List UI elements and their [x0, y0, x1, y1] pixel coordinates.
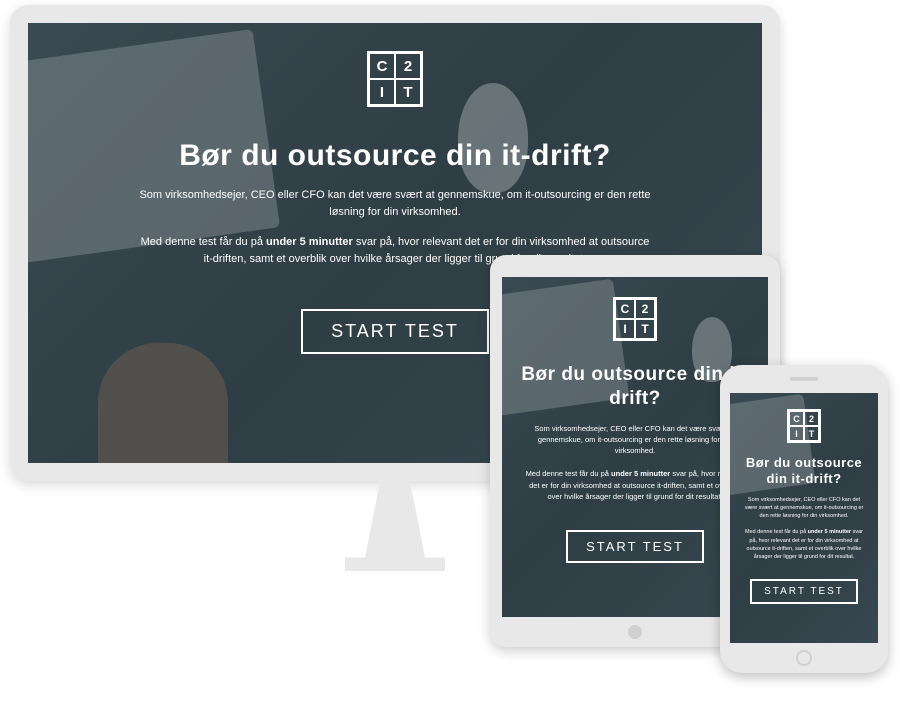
logo-cell: T: [395, 79, 421, 105]
phone-speaker: [790, 377, 818, 381]
logo-cell: 2: [804, 411, 819, 426]
start-test-button[interactable]: START TEST: [750, 579, 858, 604]
c2it-logo: C 2 I T: [613, 297, 657, 341]
phone-home-button: [796, 650, 812, 666]
c2it-logo: C 2 I T: [367, 51, 423, 107]
logo-cell: C: [789, 411, 804, 426]
logo-cell: I: [615, 319, 635, 339]
logo-cell: T: [635, 319, 655, 339]
intro-paragraph-1: Som virksomhedsejer, CEO eller CFO kan d…: [28, 187, 762, 220]
headline: Bør du outsource din it-drift?: [179, 139, 611, 173]
logo-cell: C: [615, 299, 635, 319]
start-test-button[interactable]: START TEST: [301, 309, 489, 354]
phone-screen: C 2 I T Bør du outsource din it-drift? S…: [730, 393, 878, 643]
logo-cell: 2: [395, 53, 421, 79]
phone-bezel: C 2 I T Bør du outsource din it-drift? S…: [720, 365, 888, 673]
logo-cell: I: [789, 426, 804, 441]
monitor-stand: [345, 481, 445, 571]
logo-cell: T: [804, 426, 819, 441]
hero-content: C 2 I T Bør du outsource din it-drift? S…: [730, 393, 878, 643]
headline: Bør du outsource din it-drift?: [730, 455, 878, 488]
start-test-button[interactable]: START TEST: [566, 530, 704, 563]
logo-cell: C: [369, 53, 395, 79]
logo-cell: 2: [635, 299, 655, 319]
logo-cell: I: [369, 79, 395, 105]
phone-mockup: C 2 I T Bør du outsource din it-drift? S…: [720, 365, 888, 673]
tablet-home-button: [628, 625, 642, 639]
intro-paragraph-1: Som virksomhedsejer, CEO eller CFO kan d…: [730, 496, 878, 521]
c2it-logo: C 2 I T: [787, 409, 821, 443]
intro-paragraph-2: Med denne test får du på under 5 minutte…: [730, 528, 878, 561]
